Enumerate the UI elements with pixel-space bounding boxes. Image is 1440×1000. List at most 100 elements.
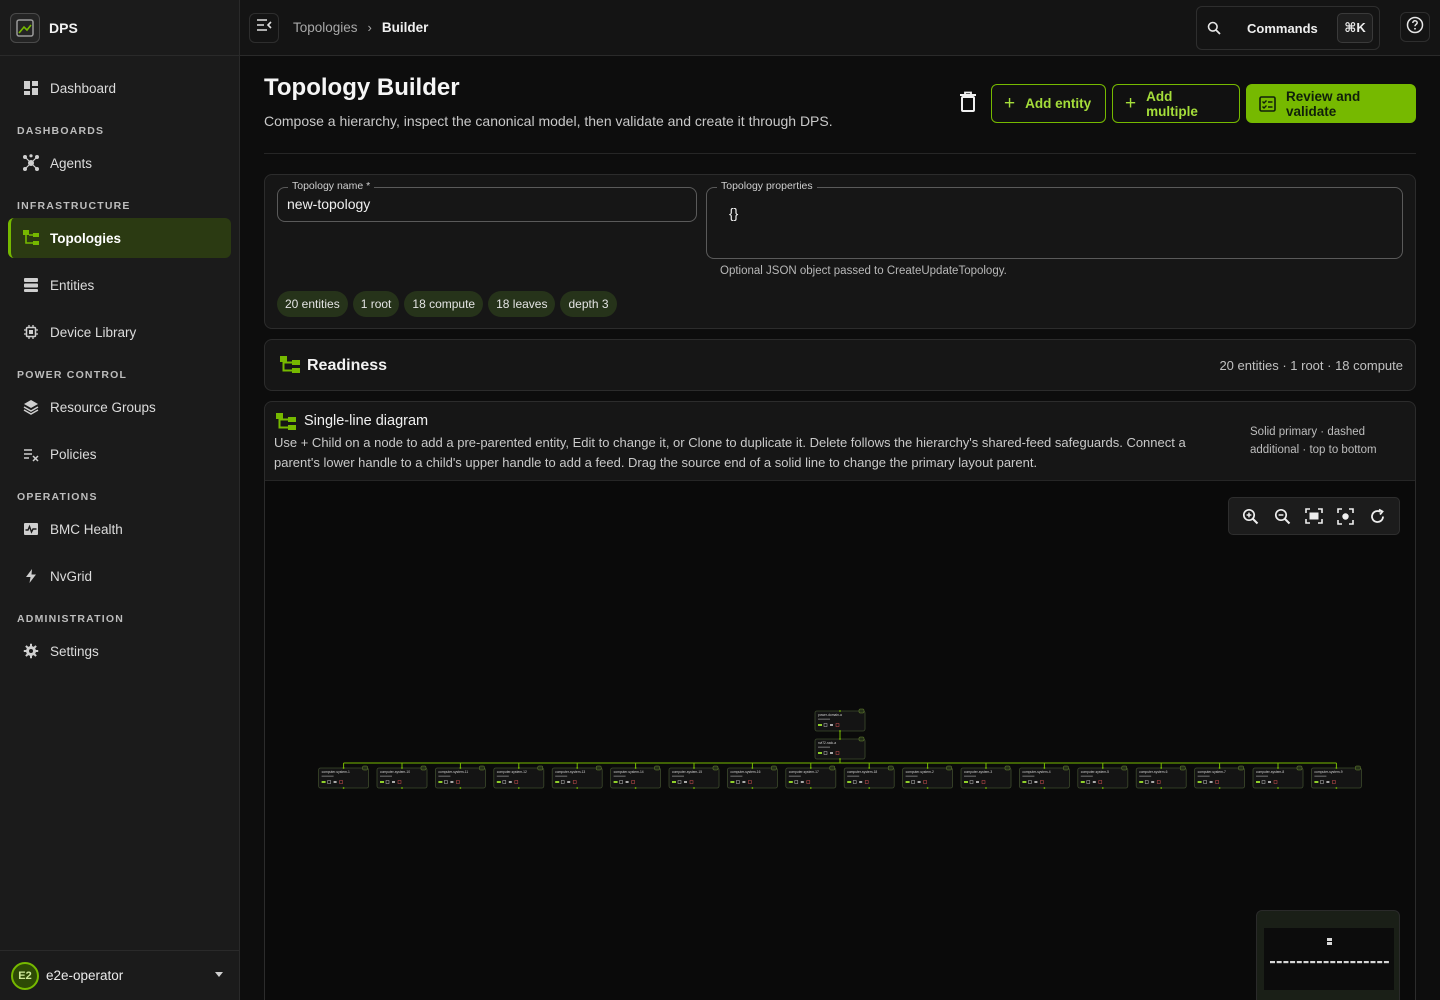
focus-icon[interactable]: [1334, 504, 1358, 528]
minimap-node: [1303, 961, 1309, 964]
delete-button[interactable]: [958, 90, 978, 114]
command-palette-button[interactable]: Commands ⌘K: [1196, 6, 1380, 50]
sidebar-item-label: BMC Health: [50, 521, 123, 537]
topology-node-root[interactable]: power-domain-a: [814, 708, 866, 732]
topology-node-leaf[interactable]: computer-system-7: [1194, 765, 1245, 789]
sidebar-item-label: Device Library: [50, 324, 137, 340]
topology-node-leaf[interactable]: computer-system-11: [434, 765, 486, 789]
topology-node-leaf[interactable]: computer-system-6: [1135, 765, 1187, 789]
add-multiple-label: Add multiple: [1146, 88, 1198, 119]
plus-icon: +: [1004, 93, 1016, 114]
agents-icon: [22, 154, 40, 172]
topology-node-leaf[interactable]: computer-system-13: [551, 765, 603, 789]
breadcrumb-builder: Builder: [381, 20, 429, 35]
lightning-icon: [22, 567, 40, 585]
brand[interactable]: DPS: [0, 0, 239, 56]
sidebar-item-agents[interactable]: Agents: [8, 143, 231, 183]
node-label: computer-system-6: [1139, 770, 1167, 774]
breadcrumb: Topologies › Builder: [293, 20, 428, 35]
node-label: computer-system-2: [906, 770, 934, 774]
sidebar-item-label: Entities: [50, 277, 95, 293]
diagram-canvas[interactable]: power-domain-a nvl72-rack-a computer-syste…: [265, 481, 1415, 1000]
sidebar-item-bmc-health[interactable]: BMC Health: [8, 509, 231, 549]
minimap-node: [1283, 961, 1289, 964]
sidebar-item-entities[interactable]: Entities: [8, 265, 231, 305]
minimap-node: [1290, 961, 1296, 964]
topology-properties-helper: Optional JSON object passed to CreateUpd…: [720, 265, 1007, 277]
breadcrumb-topologies[interactable]: Topologies: [293, 20, 358, 35]
minimap-node: [1350, 961, 1356, 964]
sidebar-item-policies[interactable]: Policies: [8, 434, 231, 474]
review-validate-button[interactable]: Review and validate: [1246, 84, 1416, 123]
section-label-power-control: POWER CONTROL: [17, 369, 128, 381]
topology-node-leaf[interactable]: computer-system-1: [318, 765, 369, 789]
add-multiple-button[interactable]: + Add multiple: [1112, 84, 1240, 123]
sidebar-item-device-library[interactable]: Device Library: [8, 312, 231, 352]
plus-icon: +: [1125, 93, 1137, 114]
header-divider: [264, 153, 1416, 154]
topology-icon: [22, 229, 40, 247]
topology-node-leaf[interactable]: computer-system-9: [1311, 765, 1362, 789]
topology-node-leaf[interactable]: computer-system-16: [726, 765, 778, 789]
topology-name-field[interactable]: Topology name * new-topology: [277, 180, 697, 222]
toggle-sidebar-button[interactable]: [249, 12, 279, 43]
diagram-minimap[interactable]: [1256, 910, 1400, 1000]
topology-node-leaf[interactable]: computer-system-17: [785, 765, 837, 789]
diagram-svg[interactable]: power-domain-a nvl72-rack-a computer-syste…: [265, 481, 1415, 1000]
node-label: computer-system-10: [380, 770, 410, 774]
user-menu[interactable]: E2 e2e-operator: [0, 950, 239, 1000]
node-label: computer-system-16: [730, 770, 760, 774]
sidebar-item-nvgrid[interactable]: NvGrid: [8, 556, 231, 596]
minimap-node: [1377, 961, 1383, 964]
sidebar-item-label: Agents: [50, 155, 93, 171]
node-label: computer-system-1: [322, 770, 350, 774]
sidebar-item-settings[interactable]: Settings: [8, 631, 231, 671]
zoom-in-icon[interactable]: [1239, 504, 1263, 528]
topology-node-leaf[interactable]: computer-system-18: [843, 765, 895, 789]
sidebar-item-label: Policies: [50, 446, 97, 462]
refresh-icon[interactable]: [1365, 504, 1389, 528]
readiness-card[interactable]: Readiness 20 entities · 1 root · 18 comp…: [264, 339, 1416, 391]
topology-node-leaf[interactable]: computer-system-12: [493, 765, 545, 789]
help-button[interactable]: [1400, 12, 1430, 42]
minimap-node: [1357, 961, 1363, 964]
topology-node-leaf[interactable]: computer-system-2: [902, 765, 953, 789]
fit-view-icon[interactable]: [1302, 504, 1326, 528]
topology-form-card: Topology name * new-topology Topology pr…: [264, 174, 1416, 329]
zoom-out-icon[interactable]: [1270, 504, 1294, 528]
dashboard-icon: [22, 79, 40, 97]
topology-node-leaf[interactable]: computer-system-10: [376, 765, 428, 789]
sidebar-item-dashboard[interactable]: Dashboard: [8, 68, 231, 108]
node-label: computer-system-13: [555, 770, 585, 774]
topology-properties-field[interactable]: Topology properties {}: [706, 180, 1403, 259]
minimap-node: [1337, 961, 1342, 964]
sidebar-nav: Dashboard DASHBOARDS Agents INFRASTRUCTU…: [0, 56, 239, 671]
minimap-node: [1343, 961, 1349, 964]
chip-leaves: 18 leaves: [488, 291, 556, 317]
sidebar-item-resource-groups[interactable]: Resource Groups: [8, 387, 231, 427]
topology-node-leaf[interactable]: computer-system-3: [960, 765, 1012, 789]
chip-root: 1 root: [352, 291, 400, 317]
minimap-node: [1383, 961, 1389, 964]
topology-node-rack[interactable]: nvl72-rack-a: [814, 736, 866, 760]
node-label: power-domain-a: [818, 713, 842, 717]
minimap-node: [1330, 961, 1336, 964]
sidebar-item-topologies[interactable]: Topologies: [8, 218, 231, 258]
topology-node-leaf[interactable]: computer-system-5: [1077, 765, 1129, 789]
topology-node-leaf[interactable]: computer-system-14: [610, 765, 662, 789]
topology-stats-chips: 20 entities 1 root 18 compute 18 leaves …: [277, 291, 617, 317]
topology-properties-value: {}: [729, 205, 739, 221]
topology-node-leaf[interactable]: computer-system-15: [668, 765, 720, 789]
topology-node-leaf[interactable]: computer-system-4: [1019, 765, 1070, 789]
sidebar-item-label: Settings: [50, 643, 99, 659]
chip-icon: [22, 323, 40, 341]
topology-node-leaf[interactable]: computer-system-8: [1252, 765, 1304, 789]
node-label: computer-system-14: [614, 770, 644, 774]
node-label: computer-system-8: [1256, 770, 1284, 774]
sidebar: DPS Dashboard DASHBOARDS Agents INFRASTR…: [0, 0, 240, 1000]
sidebar-item-label: Resource Groups: [50, 399, 156, 415]
topbar: Topologies › Builder Commands ⌘K: [240, 0, 1440, 56]
help-icon: [1406, 16, 1424, 39]
add-entity-button[interactable]: + Add entity: [991, 84, 1106, 123]
user-name: e2e-operator: [46, 968, 124, 983]
